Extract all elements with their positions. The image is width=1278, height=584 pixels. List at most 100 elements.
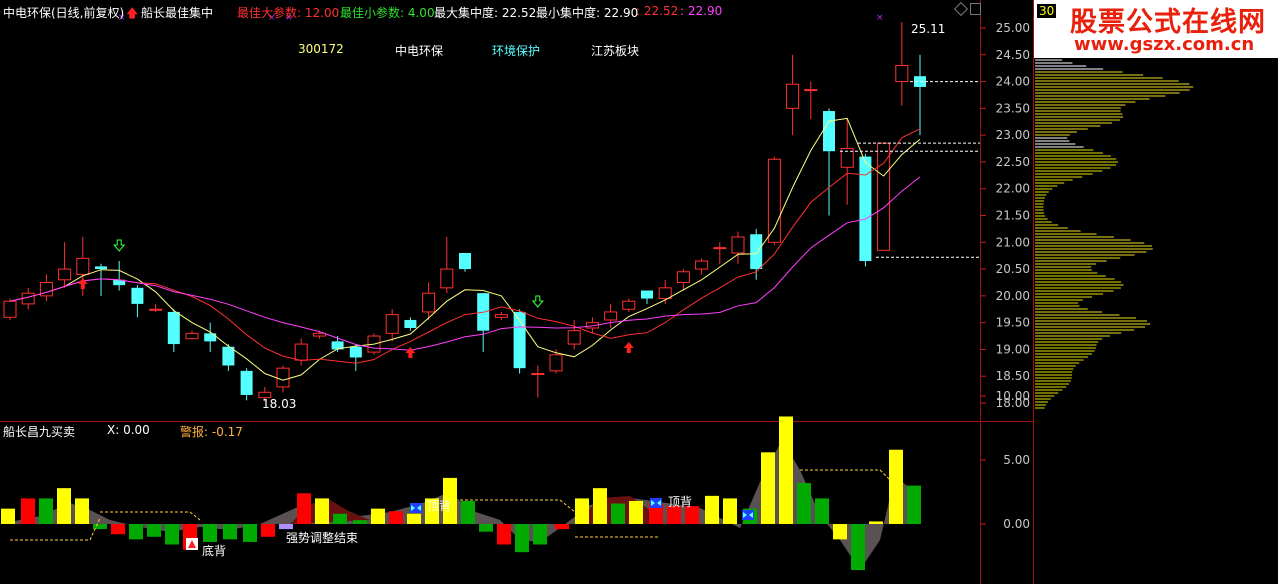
candle-body-up [531, 373, 545, 376]
sub-bar [57, 488, 71, 524]
candle-body-down [459, 253, 471, 270]
sub-bar [39, 498, 53, 524]
candle-body-up [767, 158, 781, 243]
sub-bar [353, 520, 367, 524]
candle-body-up [276, 367, 290, 388]
sub-bar [407, 513, 421, 524]
price-tick-label: 19.00 [996, 342, 1030, 356]
candle-body-down [750, 234, 763, 270]
price-tick-label: 20.50 [996, 262, 1030, 276]
up-arrow-icon: 🡅 [126, 6, 139, 20]
sub-bar [575, 498, 589, 524]
sub-bar [851, 524, 865, 571]
concept-label: 环境保护 [492, 44, 541, 58]
sub-bar [869, 521, 883, 524]
sub-bar [461, 500, 475, 524]
price-tick-label: 18.50 [996, 369, 1030, 383]
candle-body-up [604, 311, 618, 321]
sub-bar [797, 483, 811, 524]
candle-body-up [422, 292, 436, 313]
max-concentration: 最大集中度: 22.52 [434, 6, 537, 20]
candle-body-up [149, 308, 163, 311]
candle-body-up [895, 65, 909, 83]
watermark-corner: 30 [1037, 4, 1057, 18]
strong-adjust-end-label: 强势调整结束 [286, 531, 359, 545]
sub-bar [223, 524, 237, 540]
top-divergence-label-2: 顶背 [668, 495, 693, 509]
bottom-divergence-label: 底背 [202, 544, 227, 558]
price-tick-label: 21.50 [996, 209, 1030, 223]
sub-bar [165, 524, 179, 545]
price-tick-label: 24.00 [996, 75, 1030, 89]
candle-body-up [3, 300, 17, 318]
sub-bar [889, 449, 903, 524]
sub-bar [315, 498, 329, 524]
sub-bar [75, 498, 89, 524]
candle-body-up [58, 268, 72, 281]
candle-body-down [641, 290, 653, 299]
sub-bar [389, 511, 403, 524]
sub-bar [533, 524, 547, 545]
sub-bar [497, 524, 511, 545]
watermark-url: www.gszx.com.cn [1074, 34, 1255, 55]
alarm-label: 警报: -0.17 [180, 425, 243, 439]
candle-body-up [76, 257, 90, 275]
candle-body-down [404, 319, 417, 328]
sub-bar [21, 498, 35, 524]
sub-bar [611, 503, 625, 524]
candle-body-up [440, 268, 454, 289]
sub-bar [555, 524, 569, 530]
sub-bar [723, 498, 737, 524]
sub-bar [371, 508, 385, 524]
candle-body-down [95, 266, 107, 270]
candle-body-up [622, 300, 636, 310]
stock-short-name: 中电环保 [395, 44, 444, 58]
sub-bar [479, 524, 493, 532]
sub-bar [907, 485, 921, 524]
sub-bar [111, 524, 125, 535]
sub-bar [129, 524, 143, 540]
sub-bar [761, 452, 775, 524]
candle-body-up [385, 314, 399, 334]
candle-body-down [240, 370, 253, 395]
candle-body-up [185, 332, 199, 340]
candle-body-up [312, 332, 326, 337]
price-tick-label: 20.00 [996, 289, 1030, 303]
param-max: 最佳大参数: 12.00 [237, 6, 340, 20]
price-tick-label: 18.00 [996, 396, 1030, 410]
candle-body-up [786, 83, 800, 109]
candle-body-up [494, 314, 508, 318]
watermark-box: 30 股票公式在线网 www.gszx.com.cn [1034, 0, 1278, 58]
price-tick-label: 22.00 [996, 182, 1030, 196]
price-tick-label: 23.50 [996, 101, 1030, 115]
sub-bar [593, 488, 607, 524]
sub-bar [333, 513, 347, 524]
window-icon[interactable] [970, 3, 981, 15]
value-purple: : 22.90 [680, 4, 723, 18]
candle-body-down [823, 111, 835, 152]
stock-code: 300172 [298, 42, 344, 56]
param-min: 最佳小参数: 4.00 [340, 6, 435, 20]
indicator-title: 船长最佳集中 [141, 6, 214, 20]
price-tick-label: 23.00 [996, 128, 1030, 142]
candle-body-up [731, 236, 745, 254]
candle-body-up [676, 271, 690, 283]
candle-body-up [695, 260, 709, 270]
low-price-label: 18.03 [262, 397, 297, 411]
sub-bar [261, 524, 275, 537]
price-tick-label: 22.50 [996, 155, 1030, 169]
sub-panel-title: 船长昌九买卖 [3, 425, 76, 439]
sub-bar [515, 524, 529, 553]
candle-body-up [567, 330, 581, 345]
sub-tick-label: 0.00 [1003, 517, 1030, 531]
price-tick-label: 19.50 [996, 316, 1030, 330]
sub-bar [243, 524, 257, 542]
top-divergence-label-1: 顶背 [427, 499, 452, 513]
sub-bar [705, 495, 719, 524]
sub-bar [815, 498, 829, 524]
candle-body-up [549, 354, 563, 372]
high-price-label: 25.11 [911, 22, 946, 36]
sub-bar [779, 416, 793, 524]
kline-chart-canvas[interactable]: × × × × 10.005.000.00 25.0024.5024.0023.502… [0, 0, 1278, 584]
sub-bar [629, 500, 643, 524]
